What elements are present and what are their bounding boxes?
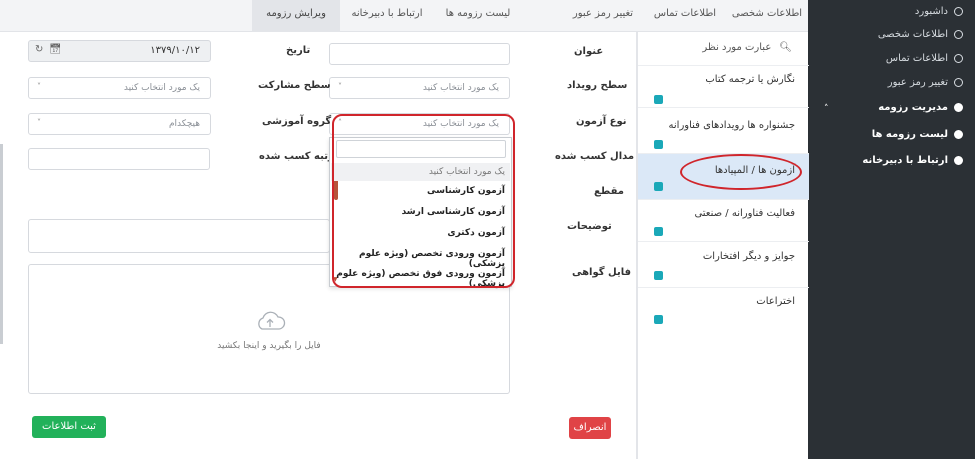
cloud-upload-icon [258,311,286,330]
event-level-label: سطح رویداد [567,80,628,91]
participation-level-select[interactable]: یک مورد انتخاب کنید ˅ [28,77,211,99]
user-icon [954,30,963,39]
upload-hint: فایل را بگیرید و اینجا بکشید [217,341,321,351]
title-label: عنوان [574,46,604,57]
tab-contact-info[interactable]: اطلاعات تماس [644,0,726,32]
highlight-box [332,114,515,288]
main-sidebar: داشبورد اطلاعات شخصی اطلاعات تماس تغییر … [808,0,975,459]
date-value: ۱۳۷۹/۱۰/۱۲ [150,45,200,56]
highlight-ellipse [680,154,802,190]
title-input[interactable] [329,43,510,65]
category-item-inventions[interactable]: اختراعات [638,287,809,332]
sidebar-item-change-password[interactable]: تغییر رمز عبور [888,77,963,88]
section-label: مقطع [594,186,624,197]
sidebar-item-contact-secretariat[interactable]: ارتباط با دبیرخانه [862,155,963,166]
chevron-down-icon: ˅ [37,118,41,127]
edu-group-select[interactable]: هیچکدام ˅ [28,113,211,135]
tab-personal-info[interactable]: اطلاعات شخصی [726,0,808,32]
cancel-button[interactable]: انصراف [569,417,611,439]
sidebar-item-resume-management[interactable]: مدیریت رزومه [878,102,963,113]
sidebar-item-resume-list[interactable]: لیست رزومه ها [872,129,963,140]
category-item-book[interactable]: نگارش یا ترجمه کتاب [638,65,809,107]
list-icon [954,130,963,139]
chevron-up-icon[interactable]: ˄ [824,104,829,114]
tab-contact-secretariat[interactable]: ارتباط با دبیرخانه [344,0,430,32]
lock-icon [954,78,963,87]
submit-button[interactable]: ثبت اطلاعات [32,416,106,438]
refresh-icon[interactable]: ↻ [35,44,43,55]
participation-level-placeholder: یک مورد انتخاب کنید [123,83,200,93]
category-item-label: جشنواره ها رویدادهای فناورانه [668,120,795,131]
sidebar-item-label: ارتباط با دبیرخانه [862,155,948,166]
category-item-label: نگارش یا ترجمه کتاب [705,74,795,85]
exam-type-label: نوع آزمون [576,116,627,127]
date-label: تاریخ [286,45,311,56]
sidebar-item-personal-info[interactable]: اطلاعات شخصی [878,29,963,40]
sidebar-item-label: لیست رزومه ها [871,129,948,140]
tab-resume-list[interactable]: لیست رزومه ها [428,0,528,32]
dashboard-icon [954,7,963,16]
phone-icon [954,54,963,63]
add-icon[interactable] [654,182,663,191]
category-item-tech-activity[interactable]: فعالیت فناورانه / صنعتی [638,199,809,241]
folder-icon [954,103,963,112]
certificate-label: فایل گواهی [572,267,632,278]
category-item-label: جوایز و دیگر افتخارات [702,251,795,262]
category-item-festivals[interactable]: جشنواره ها رویدادهای فناورانه [638,107,809,153]
sidebar-item-label: تغییر رمز عبور [887,77,948,88]
date-input[interactable]: ۱۳۷۹/۱۰/۱۲ 📅︎ ↻ [28,40,211,62]
category-search-placeholder: عبارت مورد نظر [702,42,772,53]
medal-label: مدال کسب شده [555,151,635,162]
add-icon[interactable] [654,271,663,280]
tab-change-password[interactable]: تغییر رمز عبور [562,0,644,32]
category-list: 🔍︎ عبارت مورد نظر نگارش یا ترجمه کتاب جش… [637,32,809,459]
calendar-icon[interactable]: 📅︎ [49,44,62,55]
chevron-down-icon: ˅ [338,82,342,91]
sidebar-item-label: داشبورد [914,6,948,17]
chevron-down-icon: ˅ [37,82,41,91]
sidebar-item-label: اطلاعات شخصی [877,29,948,40]
search-icon: 🔍︎ [779,42,792,53]
add-icon[interactable] [654,227,663,236]
sidebar-item-label: مدیریت رزومه [878,102,948,113]
tab-edit-resume[interactable]: ویرایش رزومه [252,0,340,32]
rank-input[interactable] [28,148,210,170]
participation-level-label: سطح مشارکت [258,80,331,91]
message-icon [954,156,963,165]
add-icon[interactable] [654,140,663,149]
event-level-select[interactable]: یک مورد انتخاب کنید ˅ [329,77,510,99]
add-icon[interactable] [654,95,663,104]
category-search[interactable]: 🔍︎ عبارت مورد نظر [702,42,792,53]
scrollbar[interactable] [0,144,3,344]
description-label: توضیحات [567,221,612,232]
rank-label: رتبه کسب شده [259,151,334,162]
edu-group-label: گروه آموزشی [262,116,332,127]
event-level-placeholder: یک مورد انتخاب کنید [422,83,499,93]
description-textarea[interactable] [28,219,330,253]
sidebar-item-contact-info[interactable]: اطلاعات تماس [886,53,963,64]
top-tabs-bar: اطلاعات شخصی اطلاعات تماس تغییر رمز عبور… [0,0,808,32]
category-item-label: اختراعات [756,296,795,307]
edu-group-value: هیچکدام [168,119,200,129]
category-item-label: فعالیت فناورانه / صنعتی [694,208,795,219]
sidebar-item-dashboard[interactable]: داشبورد [915,6,963,17]
sidebar-item-label: اطلاعات تماس [885,53,948,64]
category-item-awards[interactable]: جوایز و دیگر افتخارات [638,241,809,287]
add-icon[interactable] [654,315,663,324]
